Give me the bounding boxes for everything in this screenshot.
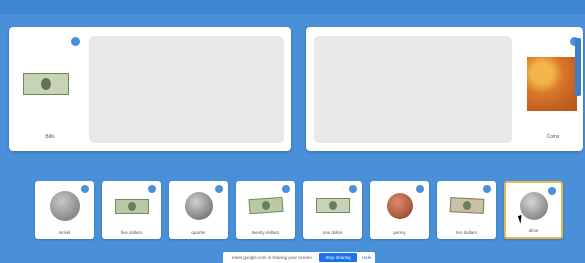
top-bar	[0, 0, 585, 14]
bill-image	[248, 196, 283, 215]
card-label: penny	[393, 230, 406, 235]
info-icon[interactable]	[483, 185, 491, 193]
coin-image	[49, 191, 80, 221]
screen-share-bar: meet.google.com is sharing your screen. …	[223, 252, 375, 263]
card-label: twenty dollars	[251, 230, 280, 235]
info-icon[interactable]	[71, 37, 80, 46]
info-icon[interactable]	[282, 185, 290, 193]
info-icon[interactable]	[148, 185, 156, 193]
bills-category-image	[23, 73, 69, 95]
bills-label: Bills	[45, 134, 55, 140]
card-dime[interactable]: dime	[504, 181, 563, 239]
coins-drop-zone[interactable]	[314, 36, 512, 143]
card-twenty-dollars[interactable]: twenty dollars	[236, 181, 295, 239]
coin-image	[184, 192, 213, 220]
bill-image	[449, 197, 484, 214]
bills-category-panel[interactable]: Bills	[9, 27, 291, 151]
stop-sharing-button[interactable]: Stop sharing	[319, 253, 357, 262]
scroll-handle[interactable]	[575, 38, 581, 96]
coins-label: Coins	[546, 134, 560, 140]
card-label: nickel	[58, 230, 71, 235]
card-penny[interactable]: penny	[370, 181, 429, 239]
bills-drop-zone[interactable]	[89, 36, 284, 143]
card-label: five dollars	[120, 230, 143, 235]
card-label: one dollar	[322, 230, 343, 235]
card-quarter[interactable]: quarter	[169, 181, 228, 239]
hide-button[interactable]: Hide	[362, 255, 371, 260]
coins-category-image	[527, 57, 577, 111]
share-message: meet.google.com is sharing your screen.	[232, 255, 314, 260]
coins-category-panel[interactable]: Coins	[306, 27, 583, 151]
card-label: quarter	[191, 230, 206, 235]
info-icon[interactable]	[416, 185, 424, 193]
card-label: ten dollars	[456, 230, 477, 235]
card-ten-dollars[interactable]: ten dollars	[437, 181, 496, 239]
info-icon[interactable]	[81, 185, 89, 193]
card-one-dollar[interactable]: one dollar	[303, 181, 362, 239]
card-nickel[interactable]: nickel	[35, 181, 94, 239]
info-icon[interactable]	[349, 185, 357, 193]
info-icon[interactable]	[215, 185, 223, 193]
card-label: dime	[528, 228, 539, 233]
bill-image	[315, 198, 350, 213]
coin-image	[386, 193, 413, 219]
card-five-dollars[interactable]: five dollars	[102, 181, 161, 239]
info-icon[interactable]	[548, 187, 556, 195]
bill-image	[114, 199, 149, 214]
